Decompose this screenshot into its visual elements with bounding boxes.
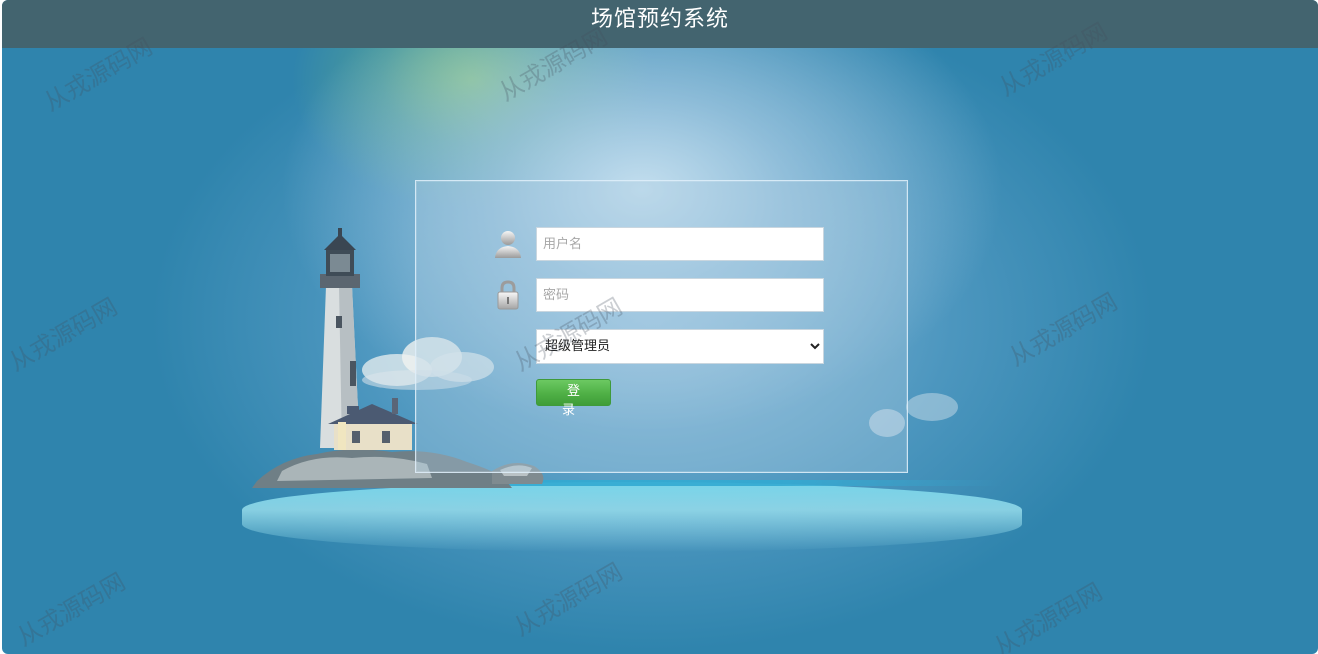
watermark-text: 从戎源码网 <box>12 567 131 652</box>
watermark-text: 从戎源码网 <box>4 292 123 377</box>
user-icon <box>495 231 521 258</box>
page-title: 场馆预约系统 <box>590 7 729 32</box>
role-select[interactable]: 超级管理员 <box>536 329 824 364</box>
login-panel: 超级管理员 登 录 <box>415 180 908 473</box>
username-input[interactable] <box>536 227 824 261</box>
watermark-text: 从戎源码网 <box>1004 287 1123 372</box>
lock-icon <box>497 280 519 310</box>
watermark-text: 从戎源码网 <box>989 577 1108 654</box>
watermark-text: 从戎源码网 <box>509 557 628 642</box>
login-page: 场馆预约系统 用户名 超级管理员 登 录 从戎源码网 从戎源码网 从戎源码网 从… <box>2 0 1318 654</box>
login-button[interactable]: 登 录 <box>536 379 611 418</box>
header-bar: 场馆预约系统 <box>2 0 1318 48</box>
password-input[interactable] <box>536 278 824 312</box>
